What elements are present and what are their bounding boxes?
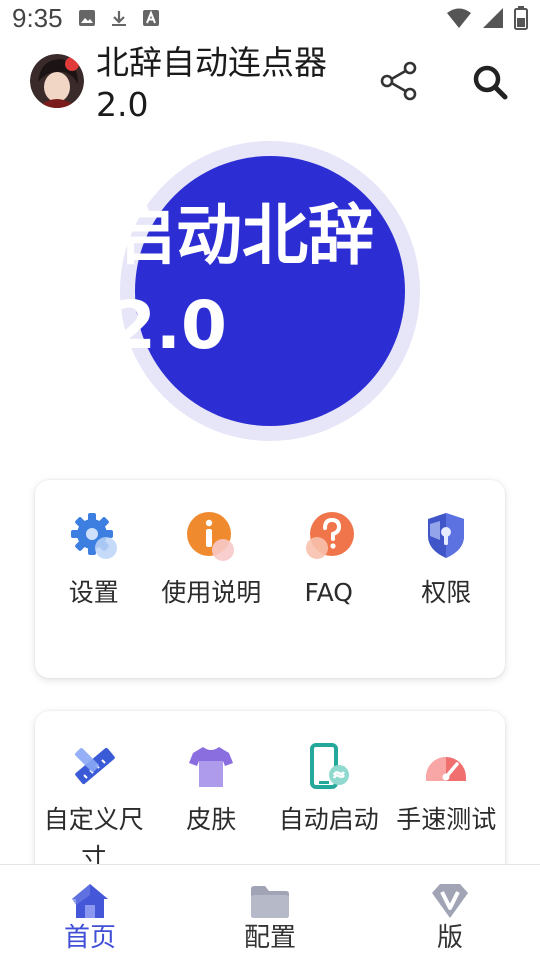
nav-label: 配置 — [243, 923, 296, 953]
a-box-icon — [142, 10, 159, 26]
speedometer-icon — [426, 757, 467, 781]
tile-custom-size[interactable]: 自定义尺寸 — [35, 711, 153, 877]
nav-label: 首页 — [63, 923, 116, 953]
download-icon — [111, 11, 126, 26]
gear-icon — [70, 513, 117, 559]
tile-auto-start[interactable]: 自动启动 — [270, 711, 388, 877]
wifi-icon — [447, 8, 471, 28]
nav-label: 版 — [436, 923, 463, 953]
nav-version[interactable]: 版 — [360, 865, 540, 960]
tile-label: 皮肤 — [186, 805, 237, 834]
phone-link-icon — [309, 743, 349, 789]
search-icon — [473, 65, 508, 100]
share-icon — [380, 61, 417, 101]
question-icon — [305, 512, 354, 559]
tile-label: 自动启动 — [278, 805, 379, 834]
image-icon — [78, 10, 95, 26]
tile-label: FAQ — [304, 578, 353, 607]
home-icon — [72, 884, 108, 918]
avatar[interactable] — [30, 54, 84, 108]
status-time: 9:35 — [12, 2, 63, 33]
tile-label: 设置 — [68, 578, 119, 607]
start-button-label: 启动北辞2.0 — [110, 197, 374, 364]
tile-settings[interactable]: 设置 — [35, 480, 153, 612]
app-title: 北辞自动连点器2.0 — [96, 43, 327, 124]
tile-label: 手速测试 — [396, 805, 497, 834]
tile-label: 权限 — [421, 578, 472, 607]
share-button[interactable] — [378, 60, 420, 102]
info-icon — [187, 512, 235, 561]
tile-instructions[interactable]: 使用说明 — [153, 480, 271, 612]
start-button-label-wrap: 启动北辞2.0 — [110, 141, 420, 441]
bottom-nav: 首页 配置 版 — [0, 864, 540, 960]
tile-label: 使用说明 — [161, 578, 262, 607]
tile-speed-test[interactable]: 手速测试 — [388, 711, 506, 877]
app-bar: 北辞自动连点器2.0 — [0, 40, 540, 130]
battery-icon — [514, 6, 528, 30]
ruler-pencil-icon — [74, 747, 115, 785]
tile-faq[interactable]: FAQ — [270, 480, 388, 612]
main-functions-card: 设置 使用说明 FAQ 权限 — [35, 480, 505, 678]
nav-home[interactable]: 首页 — [0, 865, 180, 960]
folder-icon — [251, 886, 289, 918]
status-bar: 9:35 — [0, 0, 540, 36]
tile-skins[interactable]: 皮肤 — [153, 711, 271, 877]
nav-config[interactable]: 配置 — [180, 865, 360, 960]
tile-permissions[interactable]: 权限 — [388, 480, 506, 612]
search-button[interactable] — [468, 60, 512, 104]
shield-lock-icon — [428, 513, 465, 558]
signal-icon — [483, 8, 503, 28]
v-diamond-icon — [432, 884, 468, 918]
tshirt-icon — [189, 747, 234, 787]
notification-icons — [77, 8, 161, 28]
